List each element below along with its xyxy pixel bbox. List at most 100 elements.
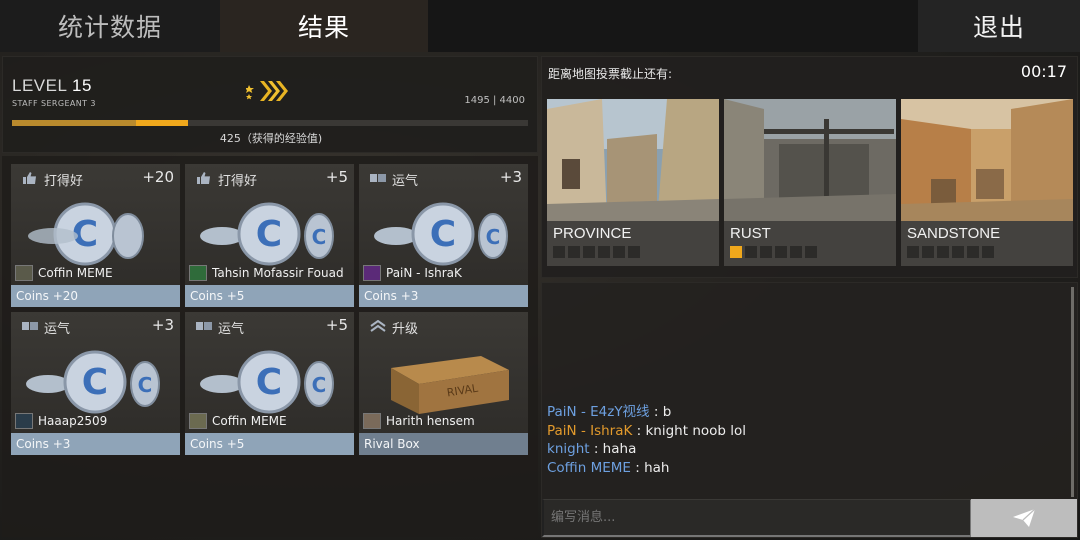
chat-text: : knight noob lol: [632, 422, 747, 439]
vote-slot: [922, 246, 934, 258]
vote-bar: [907, 246, 994, 258]
player-name: Tahsin Mofassir Fouad: [212, 266, 344, 280]
province-map-thumbnail: [547, 99, 719, 221]
chat-sender[interactable]: knight: [547, 441, 590, 457]
reward-type: 打得好: [218, 174, 258, 189]
vote-slot: [907, 246, 919, 258]
chat-text: : hah: [630, 459, 670, 476]
dice-icon: [22, 322, 38, 330]
chat-scrollbar[interactable]: [1071, 287, 1074, 497]
chat-sender[interactable]: PaiN - E4zY视线: [547, 404, 650, 420]
map-info: RUST: [724, 221, 896, 266]
level-label: LEVEL: [12, 76, 67, 95]
reward-type: 运气: [392, 174, 419, 189]
map-info: PROVINCE: [547, 221, 719, 266]
card-header: 打得好 +20: [11, 164, 180, 192]
vote-slot: [583, 246, 595, 258]
svg-text:C: C: [312, 373, 327, 397]
avatar: [189, 265, 207, 281]
player-name: Haaap2509: [38, 414, 108, 428]
svg-text:C: C: [486, 225, 501, 249]
vote-slot: [598, 246, 610, 258]
rank-badge-icon: [246, 81, 288, 101]
chat-line: PaiN - IshraK : knight noob lol: [547, 422, 746, 441]
chat-sender[interactable]: PaiN - IshraK: [547, 423, 632, 439]
svg-text:C: C: [256, 362, 282, 403]
reward-type: 升级: [392, 322, 419, 337]
reward-item: Coins +3: [359, 285, 528, 307]
reward-type: 打得好: [44, 174, 84, 189]
vote-bar: [730, 246, 817, 258]
vote-slot: [805, 246, 817, 258]
reward-card[interactable]: 运气 +3 C C PaiN - IshraK Coins +3: [359, 164, 528, 307]
card-player: PaiN - IshraK: [363, 264, 524, 282]
vote-slot: [745, 246, 757, 258]
card-header: 运气 +3: [11, 312, 180, 340]
reward-item: Coins +5: [185, 285, 354, 307]
player-name: Coffin MEME: [212, 414, 287, 428]
coins-icon: C C: [200, 202, 334, 266]
vote-slot: [760, 246, 772, 258]
map-option-sandstone[interactable]: SANDSTONE: [901, 99, 1073, 266]
card-header: 打得好 +5: [185, 164, 354, 192]
chat-line: PaiN - E4zY视线 : b: [547, 403, 746, 422]
vote-slot: [937, 246, 949, 258]
coins-icon: C C: [374, 202, 508, 266]
reward-card[interactable]: 打得好 +5 C C Tahsin Mofassir Fouad Coins +…: [185, 164, 354, 307]
map-option-rust[interactable]: RUST: [724, 99, 896, 266]
avatar: [189, 413, 207, 429]
reward-card[interactable]: 打得好 +20 C Coffin MEME Coins +20: [11, 164, 180, 307]
svg-text:C: C: [312, 225, 327, 249]
vote-slot: [952, 246, 964, 258]
card-header: 升级: [359, 312, 528, 340]
chat-text: : b: [649, 404, 672, 420]
top-bar: 统计数据 结果 退出: [0, 0, 1080, 52]
card-header: 运气 +3: [359, 164, 528, 192]
vote-title: 距离地图投票截止还有:: [548, 67, 673, 81]
vote-bar: [553, 246, 640, 258]
player-name: PaiN - IshraK: [386, 266, 462, 280]
tab-results[interactable]: 结果: [220, 0, 428, 52]
reward-type: 运气: [218, 322, 245, 337]
paper-plane-icon: [1013, 508, 1036, 527]
svg-text:C: C: [430, 214, 456, 255]
dice-icon: [370, 174, 386, 182]
avatar: [363, 413, 381, 429]
card-player: Haaap2509: [15, 412, 176, 430]
reward-amount: +5: [325, 168, 348, 186]
map-name: RUST: [730, 225, 771, 242]
vote-slot: [730, 246, 742, 258]
vote-slot: [628, 246, 640, 258]
map-name: SANDSTONE: [907, 225, 1001, 242]
reward-card[interactable]: 运气 +5 C C Coffin MEME Coins +5: [185, 312, 354, 455]
level-number: 15: [72, 76, 92, 95]
xp-fill-gained: [136, 120, 188, 126]
send-button[interactable]: [971, 499, 1077, 537]
xp-progress-text: 1495 | 4400: [464, 95, 525, 106]
card-player: Harith hensem: [363, 412, 524, 430]
exit-button[interactable]: 退出: [918, 0, 1080, 52]
vote-slot: [553, 246, 565, 258]
chat-sender[interactable]: Coffin MEME: [547, 460, 631, 476]
card-player: Coffin MEME: [189, 412, 350, 430]
rank-name: STAFF SERGEANT 3: [12, 99, 96, 108]
vote-slot: [613, 246, 625, 258]
chat-input[interactable]: [542, 499, 972, 537]
chat-messages: PaiN - E4zY视线 : b PaiN - IshraK : knight …: [547, 403, 746, 477]
reward-amount: +20: [142, 168, 174, 186]
reward-item: Rival Box: [359, 433, 528, 455]
coins-icon: C C: [200, 350, 334, 414]
map-option-province[interactable]: PROVINCE: [547, 99, 719, 266]
vote-slot: [775, 246, 787, 258]
avatar: [15, 413, 33, 429]
reward-card[interactable]: 升级 RIVAL Harith hensem Rival Box: [359, 312, 528, 455]
reward-amount: +5: [325, 316, 348, 334]
level-panel: LEVEL 15 STAFF SERGEANT 3 1495 | 4400 42…: [2, 56, 538, 153]
tab-stats[interactable]: 统计数据: [0, 0, 220, 52]
vote-slot: [568, 246, 580, 258]
reward-amount: +3: [499, 168, 522, 186]
reward-card[interactable]: 运气 +3 C C Haaap2509 Coins +3: [11, 312, 180, 455]
reward-type: 运气: [44, 322, 71, 337]
xp-progress-bar: [12, 120, 528, 126]
level-title: LEVEL 15: [12, 76, 92, 96]
